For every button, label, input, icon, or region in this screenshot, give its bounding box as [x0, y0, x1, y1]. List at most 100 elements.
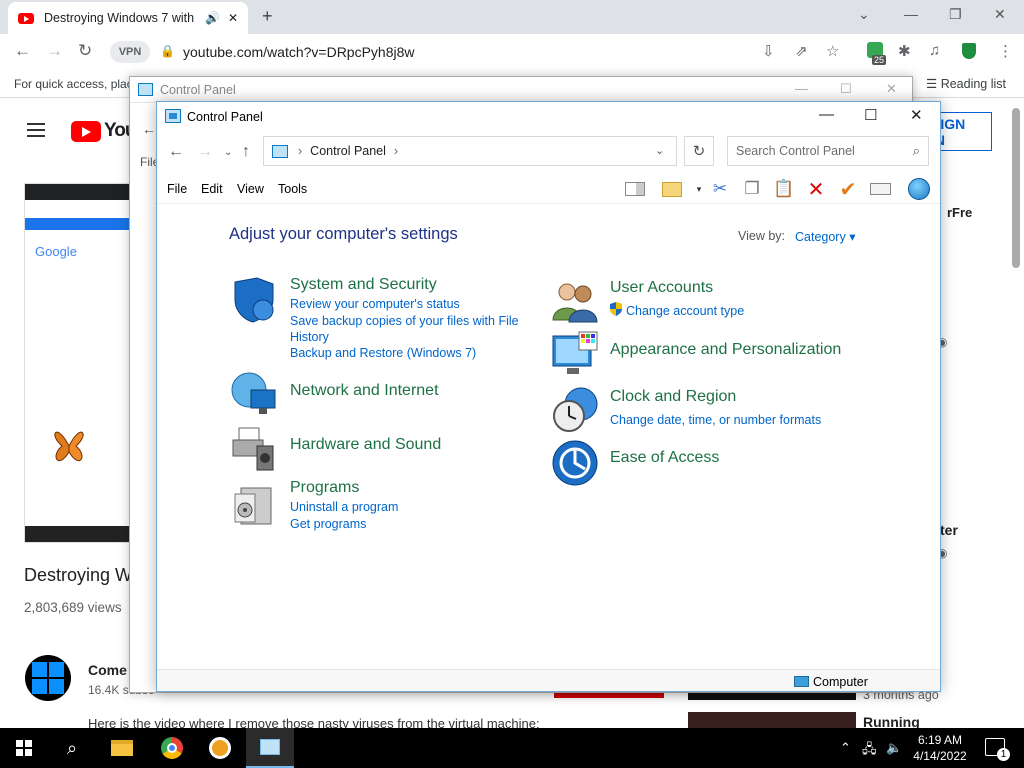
network-globe-icon[interactable]	[229, 370, 277, 418]
back-icon[interactable]: ←	[14, 41, 31, 61]
file-explorer-icon[interactable]	[98, 728, 146, 768]
recent-locations-icon[interactable]: ⌄	[224, 147, 232, 158]
link-uninstall-program[interactable]: Uninstall a program	[290, 499, 398, 515]
forward-icon[interactable]: →	[197, 143, 213, 161]
restore-browser-button[interactable]: ❐	[949, 6, 962, 23]
link-change-date-formats[interactable]: Change date, time, or number formats	[610, 412, 821, 428]
breadcrumb-separator[interactable]: ›	[394, 144, 398, 158]
close-browser-button[interactable]: ✕	[994, 6, 1006, 23]
category-clock-region[interactable]: Clock and Region	[610, 388, 736, 406]
delete-icon[interactable]: ✕	[804, 178, 828, 201]
chrome-icon[interactable]	[148, 728, 196, 768]
search-taskbar-icon[interactable]: ⌕	[48, 728, 96, 768]
copy-icon[interactable]: ❐	[740, 178, 764, 200]
minimize-icon[interactable]: —	[819, 106, 834, 123]
menu-view[interactable]: View	[237, 182, 264, 196]
search-input[interactable]: Search Control Panel ⌕	[727, 136, 929, 166]
link-get-programs[interactable]: Get programs	[290, 516, 366, 532]
properties-check-icon[interactable]: ✔	[836, 178, 860, 201]
ease-of-access-icon[interactable]	[551, 439, 599, 487]
preview-pane-icon[interactable]	[623, 178, 647, 200]
cut-icon[interactable]: ✂	[708, 178, 732, 200]
menu-tools[interactable]: Tools	[278, 182, 307, 196]
forward-icon[interactable]: →	[46, 41, 63, 61]
notifications-icon[interactable]: 1	[985, 738, 1010, 761]
link-backup-restore[interactable]: Backup and Restore (Windows 7)	[290, 345, 476, 361]
globe-icon[interactable]	[907, 178, 931, 200]
category-appearance-personalization[interactable]: Appearance and Personalization	[610, 341, 841, 359]
youtube-logo-icon[interactable]	[71, 121, 101, 142]
maximize-icon[interactable]: ☐	[840, 81, 852, 97]
recommended-title-fragment[interactable]: rFre	[947, 205, 972, 220]
new-tab-button[interactable]: +	[262, 6, 273, 27]
back-icon[interactable]: ←	[168, 143, 184, 161]
breadcrumb-control-panel[interactable]: Control Panel	[310, 144, 386, 158]
vpn-badge[interactable]: VPN	[110, 41, 150, 63]
category-ease-of-access[interactable]: Ease of Access	[610, 449, 719, 467]
start-button[interactable]	[0, 728, 48, 768]
minimize-browser-button[interactable]: —	[904, 6, 918, 22]
network-icon[interactable]: 🖧	[862, 740, 877, 762]
category-hardware-sound[interactable]: Hardware and Sound	[290, 436, 441, 454]
monitor-palette-icon[interactable]	[551, 330, 599, 378]
tab-title: Destroying Windows 7 with	[44, 11, 195, 25]
programs-box-icon[interactable]	[229, 480, 277, 528]
back-arrow-icon[interactable]: ←	[142, 121, 156, 137]
search-icon[interactable]: ⌕	[913, 143, 920, 159]
reload-icon[interactable]: ↻	[78, 41, 92, 61]
category-system-security[interactable]: System and Security	[290, 276, 437, 294]
close-icon[interactable]: ✕	[910, 106, 923, 124]
control-panel-window[interactable]: Control Panel — ☐ ✕ ← → ⌄ ↑ › Control Pa…	[156, 101, 941, 692]
video-player[interactable]: Google	[24, 183, 130, 543]
system-clock[interactable]: 6:19 AM 4/14/2022	[905, 732, 975, 764]
speaker-icon[interactable]: 🔊	[205, 11, 220, 25]
reading-list-label: Reading list	[940, 77, 1007, 91]
tab-search-icon[interactable]: ⌄	[858, 6, 870, 23]
clock-globe-icon[interactable]	[551, 386, 599, 434]
view-by-dropdown[interactable]: Category ▾	[795, 229, 855, 244]
printer-icon[interactable]	[229, 424, 277, 472]
lock-icon[interactable]: 🔒	[160, 44, 175, 58]
address-bar[interactable]: › Control Panel ›	[263, 136, 677, 166]
close-icon[interactable]: ✕	[886, 81, 897, 97]
media-control-icon[interactable]: ♫	[929, 42, 940, 59]
category-programs[interactable]: Programs	[290, 479, 359, 497]
paste-icon[interactable]: 📋	[772, 178, 796, 200]
address-bar[interactable]: youtube.com/watch?v=DRpcPyh8j8w	[183, 44, 415, 60]
computer-icon	[794, 676, 809, 687]
link-file-history[interactable]: Save backup copies of your files with Fi…	[290, 313, 525, 345]
bookmark-star-icon[interactable]: ☆	[826, 42, 839, 60]
share-icon[interactable]: ⇗	[795, 42, 808, 60]
minimize-icon[interactable]: —	[795, 81, 808, 96]
browser-tab[interactable]: Destroying Windows 7 with 🔊 ✕	[8, 2, 248, 34]
vpn-browser-icon[interactable]	[196, 728, 244, 768]
link-review-status[interactable]: Review your computer's status	[290, 296, 460, 312]
menu-edit[interactable]: Edit	[201, 182, 223, 196]
close-tab-icon[interactable]: ✕	[228, 11, 238, 25]
shield-icon[interactable]	[229, 276, 277, 324]
link-change-account-type[interactable]: Change account type	[626, 303, 744, 319]
category-user-accounts[interactable]: User Accounts	[610, 279, 713, 297]
maximize-icon[interactable]: ☐	[864, 106, 877, 124]
taskbar-control-panel[interactable]	[246, 728, 294, 768]
hamburger-menu-icon[interactable]	[27, 123, 45, 137]
view-count: 2,803,689 views	[24, 600, 122, 615]
channel-avatar[interactable]	[25, 655, 71, 701]
menu-file[interactable]: File	[167, 182, 187, 196]
menu-kebab-icon[interactable]: ⋮	[998, 42, 1013, 60]
up-icon[interactable]: ↑	[242, 143, 250, 161]
shield-extension-icon[interactable]	[962, 43, 976, 59]
category-network-internet[interactable]: Network and Internet	[290, 382, 439, 400]
folder-options-icon[interactable]	[660, 178, 684, 200]
volume-icon[interactable]: 🔈	[886, 740, 902, 756]
page-scrollbar[interactable]	[1012, 108, 1020, 268]
reading-list-button[interactable]: ☰ Reading list	[926, 76, 1006, 91]
install-icon[interactable]: ⇩	[762, 42, 775, 60]
rename-icon[interactable]	[868, 178, 892, 200]
users-icon[interactable]	[551, 276, 599, 324]
show-hidden-icons[interactable]: ⌃	[840, 740, 851, 756]
extensions-puzzle-icon[interactable]: ✱	[898, 42, 911, 60]
recommended-title-fragment[interactable]: ter	[940, 522, 958, 538]
refresh-icon[interactable]: ↻	[684, 136, 714, 166]
address-dropdown-icon[interactable]: ⌄	[655, 144, 664, 157]
